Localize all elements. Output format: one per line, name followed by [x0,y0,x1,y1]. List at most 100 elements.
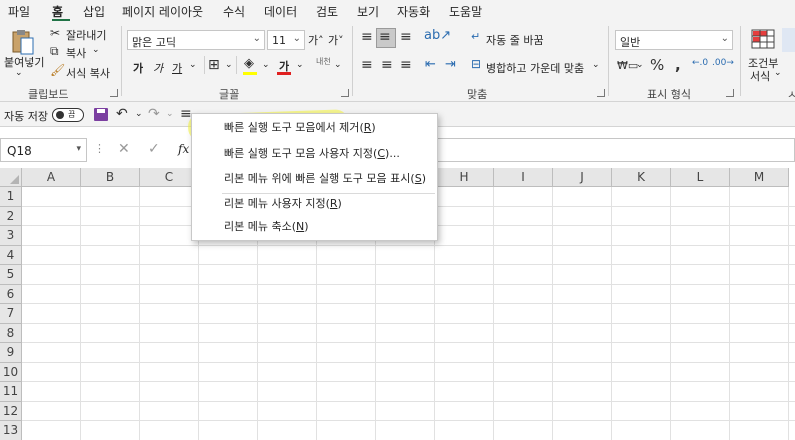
column-header[interactable]: M [730,168,789,187]
align-bottom-icon[interactable]: ≡ [400,29,412,45]
column-header[interactable]: B [81,168,140,187]
clipboard-dialog-launcher[interactable] [110,89,118,97]
row-header[interactable]: 2 [0,206,22,226]
italic-button[interactable]: 가 [153,60,163,76]
increase-decimal-icon[interactable]: ←.0 [692,58,708,68]
row-header[interactable]: 11 [0,382,22,402]
format-painter-label[interactable]: 서식 복사 [66,65,110,81]
enter-check-icon[interactable]: ✓ [148,141,160,157]
align-right-icon[interactable]: ≡ [400,57,412,73]
tab-home[interactable]: 홈 [52,3,63,20]
underline-button[interactable]: 가 [172,60,182,76]
undo-dropdown-icon[interactable]: ⌄ [135,109,143,119]
cut-label[interactable]: 잘라내기 [66,27,106,43]
accounting-dropdown-icon[interactable]: ⌄ [636,60,644,70]
menu-item-show-qat-above-ribbon[interactable]: 리본 메뉴 위에 빠른 실행 도구 모음 표시(S) [194,168,435,190]
row-header[interactable]: 13 [0,421,22,440]
phonetic-dropdown-icon[interactable]: ⌄ [334,60,342,70]
alignment-dialog-launcher[interactable] [597,89,605,97]
tab-page-layout[interactable]: 페이지 레이아웃 [122,3,203,20]
orientation-icon[interactable]: ab↗ [424,28,451,43]
row-header[interactable]: 8 [0,323,22,343]
merge-icon[interactable]: ⊟ [471,57,481,71]
conditional-formatting-button[interactable] [751,28,777,52]
shrink-font-button[interactable]: 가˅ [328,32,344,48]
format-painter-icon[interactable]: 🖌 [50,63,65,77]
tab-data[interactable]: 데이터 [264,3,297,20]
styles-group-label-partial: ㅅ [787,88,795,101]
align-center-icon[interactable]: ≡ [381,57,393,73]
fill-color-icon[interactable]: ◈ [244,56,254,71]
row-header[interactable]: 1 [0,187,22,207]
menu-item-collapse-ribbon[interactable]: 리본 메뉴 축소(N) [194,216,435,238]
paste-dropdown-icon[interactable]: ⌄ [15,68,23,78]
table-format-icon[interactable] [782,28,795,52]
copy-label[interactable]: 복사 [66,45,86,61]
font-name-select[interactable]: 맑은 고딕 ⌄ [127,30,265,50]
tab-file[interactable]: 파일 [8,3,30,20]
tab-view[interactable]: 보기 [357,3,379,20]
border-icon[interactable]: ⊞ [208,57,220,73]
underline-dropdown-icon[interactable]: ⌄ [189,60,197,70]
menu-item-remove-from-qat[interactable]: 빠른 실행 도구 모음에서 제거(R) [194,117,435,139]
wrap-text-icon[interactable]: ↵ [471,30,480,43]
bold-button[interactable]: 가 [133,60,143,76]
font-color-dropdown-icon[interactable]: ⌄ [296,60,304,70]
decrease-decimal-icon[interactable]: .00→ [712,58,734,68]
wrap-text-label[interactable]: 자동 줄 바꿈 [486,32,544,48]
grow-font-button[interactable]: 가˄ [308,32,324,48]
increase-indent-icon[interactable]: ⇥ [445,57,456,72]
row-header[interactable]: 4 [0,245,22,265]
undo-icon[interactable]: ↶ [116,106,128,122]
align-top-icon[interactable]: ≡ [361,29,373,45]
decrease-indent-icon[interactable]: ⇤ [425,57,436,72]
tab-review[interactable]: 검토 [316,3,338,20]
row-header[interactable]: 7 [0,304,22,324]
tab-automate[interactable]: 자동화 [397,3,430,20]
column-header[interactable]: I [494,168,553,187]
percent-icon[interactable]: % [650,56,664,74]
redo-icon[interactable]: ↷ [148,106,160,122]
fill-dropdown-icon[interactable]: ⌄ [262,60,270,70]
merge-dropdown-icon[interactable]: ⌄ [592,60,600,70]
conditional-dropdown-icon[interactable]: ⌄ [774,68,782,78]
menu-item-customize-ribbon[interactable]: 리본 메뉴 사용자 지정(R) [194,193,435,215]
cancel-icon[interactable]: ✕ [118,141,130,157]
number-format-select[interactable]: 일반 ⌄ [615,30,733,50]
name-box[interactable]: Q18 ▾ [0,138,87,162]
copy-dropdown-icon[interactable]: ⌄ [92,45,100,55]
row-header[interactable]: 10 [0,362,22,382]
align-left-icon[interactable]: ≡ [361,57,373,73]
column-header[interactable]: A [22,168,81,187]
autosave-toggle[interactable]: 끔 [52,108,84,122]
tab-insert[interactable]: 삽입 [83,3,105,20]
chevron-down-icon[interactable]: ▾ [76,144,81,154]
menu-item-customize-qat[interactable]: 빠른 실행 도구 모음 사용자 지정(C)... [194,143,435,165]
phonetic-button[interactable]: 내천 [316,56,331,67]
paste-button[interactable] [10,28,36,55]
row-header[interactable]: 6 [0,284,22,304]
number-dialog-launcher[interactable] [726,89,734,97]
row-header[interactable]: 9 [0,343,22,363]
tab-formulas[interactable]: 수식 [223,3,245,20]
row-header[interactable]: 3 [0,226,22,246]
select-all-button[interactable] [0,168,22,187]
column-header[interactable]: K [612,168,671,187]
cut-icon[interactable]: ✂ [50,26,60,40]
column-header[interactable]: J [553,168,612,187]
insert-function-button[interactable]: fx [178,142,189,156]
save-icon[interactable] [94,108,108,121]
conditional-formatting-label-2[interactable]: 서식 [750,68,770,84]
row-header[interactable]: 12 [0,401,22,421]
tab-help[interactable]: 도움말 [449,3,482,20]
font-dialog-launcher[interactable] [341,89,349,97]
redo-dropdown-icon[interactable]: ⌄ [166,109,174,119]
copy-icon[interactable]: ⧉ [50,44,59,59]
font-size-select[interactable]: 11 ⌄ [267,30,305,50]
comma-style-icon[interactable]: , [675,56,681,74]
row-header[interactable]: 5 [0,265,22,285]
border-dropdown-icon[interactable]: ⌄ [225,60,233,70]
merge-center-label[interactable]: 병합하고 가운데 맞춤 [486,60,584,76]
column-header[interactable]: L [671,168,730,187]
column-header[interactable]: H [435,168,494,187]
